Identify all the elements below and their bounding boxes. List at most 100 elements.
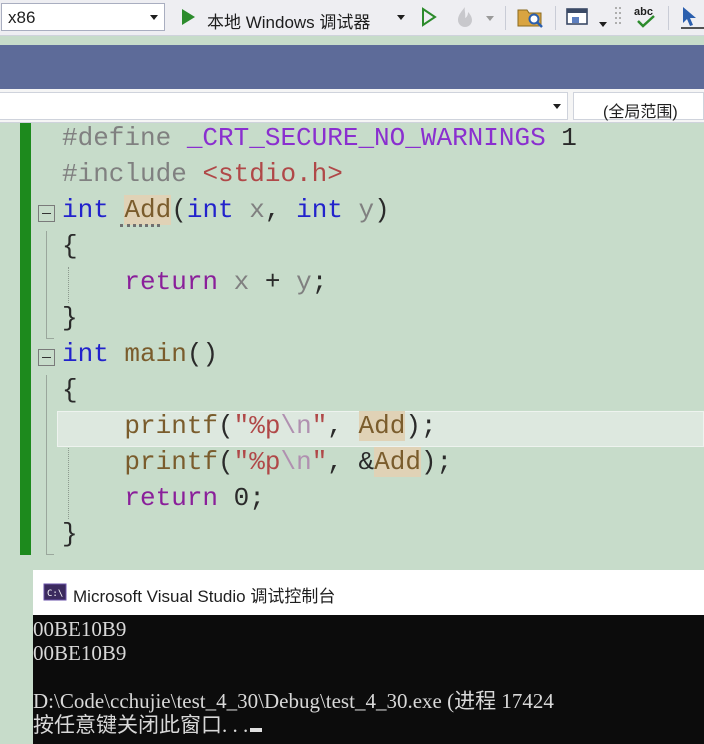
play-outline-icon[interactable] [420,6,438,28]
code-token: + [249,267,297,297]
code-editor[interactable]: #define _CRT_SECURE_NO_WARNINGS 1 #inclu… [0,123,704,570]
console-line: 00BE10B9 [33,641,127,665]
platform-value: x86 [8,8,36,27]
svg-text:abc: abc [634,6,653,18]
code-token: { [62,231,78,261]
code-line: { [62,231,78,267]
window-layout-icon[interactable] [565,4,591,30]
code-token: ( [171,195,187,225]
suggestion-squiggle [120,224,160,227]
navigation-bar: (全局范围) [0,89,704,123]
code-token: Add [124,195,172,225]
folder-search-icon[interactable] [515,4,545,30]
document-tab-strip [0,45,704,89]
code-token: ); [420,447,453,477]
code-token: , [327,411,359,441]
code-token: main [124,339,187,369]
toolbar-separator [668,6,669,30]
code-token: 1 [545,123,577,153]
code-token: "%p [233,447,281,477]
code-token: ; [311,267,328,297]
collapse-region-icon[interactable] [38,205,55,222]
code-line: printf("%p\n", Add); [62,411,437,447]
outline-guide [46,338,54,339]
code-line: } [62,303,78,339]
code-token: ( [218,447,234,477]
hot-reload-icon[interactable] [452,4,478,30]
chevron-down-icon [150,15,158,20]
platform-dropdown[interactable]: x86 [1,3,165,31]
console-line-text: 按任意键关闭此窗口. . . [33,713,249,737]
play-icon [182,9,195,25]
code-token: 0; [218,483,265,513]
code-line: return x + y; [62,267,327,303]
code-line: return 0; [62,483,265,519]
change-tracking-bar [20,123,31,555]
code-token: y [296,267,312,297]
spell-check-icon[interactable]: abc [630,4,660,30]
console-line: 00BE10B9 [33,617,127,641]
text-cursor [250,728,263,732]
console-output[interactable]: 00BE10B9 00BE10B9 D:\Code\cchujie\test_4… [33,615,704,744]
code-token: Add [358,411,406,441]
collapse-region-icon[interactable] [38,349,55,366]
code-line: printf("%p\n", &Add); [62,447,452,483]
code-token: printf [124,411,219,441]
code-line: { [62,375,78,411]
outline-guide [46,231,47,339]
pointer-icon[interactable] [678,4,704,30]
code-token: } [62,303,78,333]
console-app-icon: C:\ [43,583,67,601]
code-token: x [249,195,265,225]
chevron-down-icon [397,15,405,20]
code-token: int [62,339,109,369]
code-token: } [62,519,78,549]
toolbar-grip-icon [615,7,621,24]
code-token: int [296,195,343,225]
code-line: int Add(int x, int y) [62,195,390,231]
toolbar-separator [505,6,506,30]
code-token: ( [218,411,234,441]
member-scope-dropdown[interactable] [0,92,568,120]
toolbar: x86 本地 Windows 调试器 abc [0,0,704,36]
code-token: x [233,267,250,297]
console-line: D:\Code\cchujie\test_4_30\Debug\test_4_3… [33,689,554,713]
debug-console-window[interactable]: C:\ Microsoft Visual Studio 调试控制台 00BE10… [33,570,704,744]
code-token: , & [327,447,375,477]
code-token: () [186,339,219,369]
code-token: int [186,195,234,225]
code-token: <stdio.h> [202,159,343,189]
outline-guide [46,554,54,555]
code-token: \n [280,447,312,477]
start-debugging-button[interactable]: 本地 Windows 调试器 [175,3,411,32]
chevron-down-icon[interactable] [486,16,494,21]
code-token: Add [374,447,421,477]
toolbar-separator [555,6,556,30]
code-token: , [264,195,297,225]
code-token: _CRT_SECURE_NO_WARNINGS [186,123,546,153]
code-token: \n [280,411,312,441]
code-line: #include <stdio.h> [62,159,343,195]
code-token: #include [62,159,203,189]
outline-guide [46,375,47,555]
run-label: 本地 Windows 调试器 [207,13,371,32]
code-token: " [311,411,328,441]
code-line: #define _CRT_SECURE_NO_WARNINGS 1 [62,123,577,159]
code-token: "%p [233,411,281,441]
code-token: return [124,267,219,297]
code-token: return [124,483,219,513]
global-scope-dropdown[interactable]: (全局范围) [573,92,704,121]
code-token: int [62,195,109,225]
svg-text:C:\: C:\ [47,589,63,599]
chevron-down-icon[interactable] [599,22,607,27]
console-title-bar[interactable]: C:\ Microsoft Visual Studio 调试控制台 [33,570,704,615]
